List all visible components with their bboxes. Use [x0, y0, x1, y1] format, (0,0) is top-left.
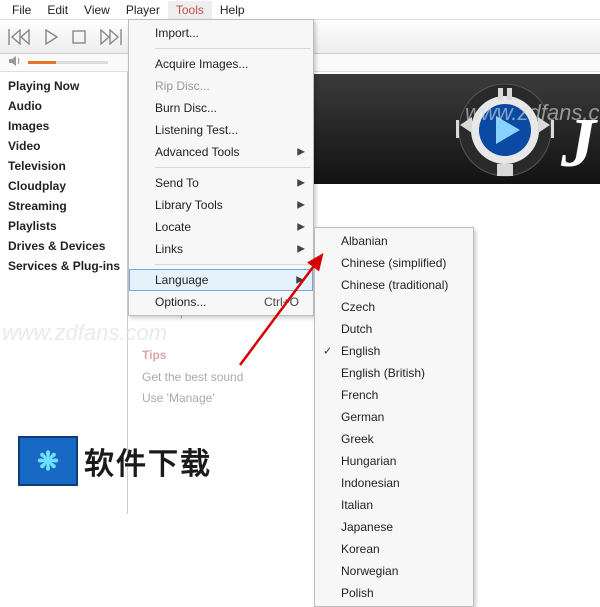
menuitem-library-tools[interactable]: Library Tools▶: [129, 194, 313, 216]
lang-norwegian[interactable]: Norwegian: [315, 560, 473, 582]
sidebar-item-streaming[interactable]: Streaming: [0, 196, 127, 216]
lang-hungarian[interactable]: Hungarian: [315, 450, 473, 472]
language-submenu: Albanian Chinese (simplified) Chinese (t…: [314, 227, 474, 607]
lang-albanian[interactable]: Albanian: [315, 230, 473, 252]
menu-tools[interactable]: Tools: [168, 1, 212, 19]
lang-czech[interactable]: Czech: [315, 296, 473, 318]
submenu-arrow-icon: ▶: [297, 222, 305, 233]
submenu-arrow-icon: ▶: [297, 244, 305, 255]
menuitem-locate[interactable]: Locate▶: [129, 216, 313, 238]
download-badge: ❋ 软件下载: [18, 436, 212, 486]
menubar: File Edit View Player Tools Help: [0, 0, 600, 20]
sidebar-item-drives-devices[interactable]: Drives & Devices: [0, 236, 127, 256]
menuitem-acquire-images[interactable]: Acquire Images...: [129, 53, 313, 75]
sidebar-item-television[interactable]: Television: [0, 156, 127, 176]
sidebar-item-cloudplay[interactable]: Cloudplay: [0, 176, 127, 196]
next-track-icon[interactable]: [100, 29, 122, 45]
menu-separator: [155, 264, 311, 265]
lang-dutch[interactable]: Dutch: [315, 318, 473, 340]
sidebar-item-audio[interactable]: Audio: [0, 96, 127, 116]
lang-italian[interactable]: Italian: [315, 494, 473, 516]
menuitem-options[interactable]: Options...Ctrl+O: [129, 291, 313, 313]
sidebar-item-images[interactable]: Images: [0, 116, 127, 136]
menuitem-send-to[interactable]: Send To▶: [129, 172, 313, 194]
badge-text: 软件下载: [84, 439, 212, 483]
menu-player[interactable]: Player: [118, 1, 168, 19]
submenu-arrow-icon: ▶: [297, 147, 305, 158]
menuitem-rip-disc: Rip Disc...: [129, 75, 313, 97]
menu-file[interactable]: File: [4, 1, 39, 19]
menuitem-advanced-tools[interactable]: Advanced Tools▶: [129, 141, 313, 163]
sidebar-item-playlists[interactable]: Playlists: [0, 216, 127, 236]
lang-indonesian[interactable]: Indonesian: [315, 472, 473, 494]
hero-player-controls-icon: [450, 80, 560, 183]
check-icon: ✓: [323, 345, 332, 358]
submenu-arrow-icon: ▶: [297, 178, 305, 189]
lang-chinese-traditional[interactable]: Chinese (traditional): [315, 274, 473, 296]
menu-view[interactable]: View: [76, 1, 118, 19]
menuitem-links[interactable]: Links▶: [129, 238, 313, 260]
menu-separator: [155, 167, 311, 168]
submenu-arrow-icon: ▶: [296, 275, 304, 286]
menu-separator: [155, 48, 311, 49]
lang-polish[interactable]: Polish: [315, 582, 473, 604]
lang-german[interactable]: German: [315, 406, 473, 428]
lang-chinese-simplified[interactable]: Chinese (simplified): [315, 252, 473, 274]
menu-help[interactable]: Help: [212, 1, 253, 19]
stop-icon[interactable]: [72, 30, 86, 44]
menuitem-burn-disc[interactable]: Burn Disc...: [129, 97, 313, 119]
menuitem-language[interactable]: Language▶: [129, 269, 313, 291]
prev-track-icon[interactable]: [8, 29, 30, 45]
sidebar-item-video[interactable]: Video: [0, 136, 127, 156]
lang-english[interactable]: ✓English: [315, 340, 473, 362]
play-icon[interactable]: [44, 29, 58, 45]
lang-english-british[interactable]: English (British): [315, 362, 473, 384]
badge-icon: ❋: [18, 436, 78, 486]
tools-dropdown-menu: Import... Acquire Images... Rip Disc... …: [128, 19, 314, 316]
lang-french[interactable]: French: [315, 384, 473, 406]
lang-korean[interactable]: Korean: [315, 538, 473, 560]
hero-logo-letter: J: [561, 104, 596, 184]
sidebar-item-services-plugins[interactable]: Services & Plug-ins: [0, 256, 127, 276]
shortcut-label: Ctrl+O: [264, 295, 299, 309]
volume-icon[interactable]: [8, 55, 22, 70]
menu-edit[interactable]: Edit: [39, 1, 76, 19]
sidebar-item-playing-now[interactable]: Playing Now: [0, 76, 127, 96]
menuitem-listening-test[interactable]: Listening Test...: [129, 119, 313, 141]
lang-greek[interactable]: Greek: [315, 428, 473, 450]
menuitem-import[interactable]: Import...: [129, 22, 313, 44]
volume-slider[interactable]: [28, 61, 108, 64]
lang-japanese[interactable]: Japanese: [315, 516, 473, 538]
submenu-arrow-icon: ▶: [297, 200, 305, 211]
